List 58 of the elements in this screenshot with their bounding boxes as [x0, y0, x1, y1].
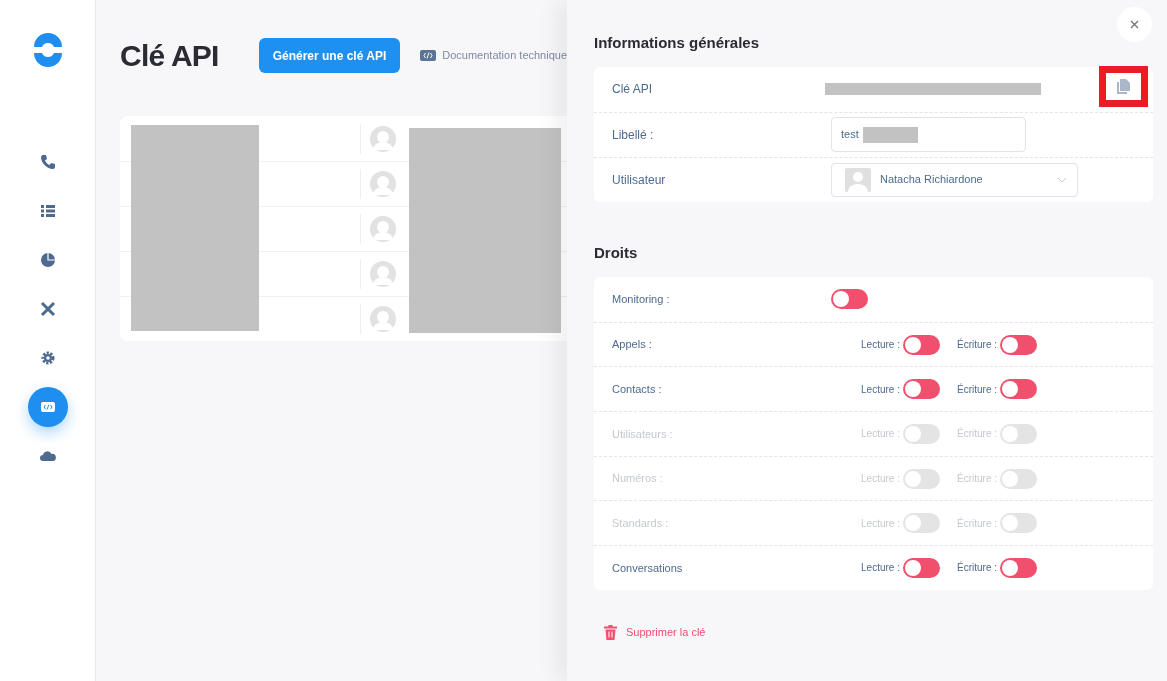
- permission-label: Contacts :: [612, 381, 663, 397]
- user-select[interactable]: Natacha Richiardone: [831, 162, 1078, 197]
- close-button[interactable]: [1117, 7, 1152, 42]
- toggle-label: Écriture :: [957, 426, 997, 442]
- avatar-icon: [370, 125, 396, 152]
- trash-icon: [604, 624, 617, 640]
- toggle-switch[interactable]: [903, 334, 940, 355]
- toggle-label: Écriture :: [957, 382, 997, 397]
- permission-label: Numéros :: [612, 471, 664, 487]
- toggle-switch[interactable]: [1000, 557, 1037, 578]
- copy-button[interactable]: [1099, 65, 1148, 107]
- toggle-label: Lecture :: [861, 516, 900, 531]
- permission-label: Standards :: [612, 516, 670, 532]
- toggle-label: Écriture :: [957, 516, 997, 531]
- toggle-switch[interactable]: [831, 289, 868, 310]
- copy-icon: [1117, 78, 1130, 94]
- toggle-label: Écriture :: [957, 560, 997, 576]
- code-icon: [420, 50, 437, 61]
- code-icon: [39, 399, 56, 415]
- avatar-icon: [370, 261, 396, 287]
- label-input-field[interactable]: test: [831, 117, 1026, 152]
- documentation-link[interactable]: Documentation technique: [420, 47, 568, 64]
- toggle-label: Écriture :: [957, 471, 997, 487]
- permission-label: Appels :: [612, 337, 653, 353]
- list-icon: [39, 203, 56, 219]
- close-icon: [1130, 20, 1139, 29]
- toggle-label: Écriture :: [957, 337, 997, 353]
- pie-chart-icon: [39, 252, 56, 268]
- cloud-icon: [39, 448, 56, 464]
- toggle-label: Lecture :: [861, 427, 900, 442]
- generate-key-button[interactable]: Générer une clé API: [258, 38, 401, 73]
- field-label: Libellé :: [612, 126, 655, 144]
- delete-key-link[interactable]: Supprimer la clé: [604, 623, 1153, 641]
- avatar-icon: [370, 306, 396, 332]
- field-label: Utilisateur: [612, 171, 667, 189]
- field-label: Clé API: [612, 81, 654, 98]
- avatar-icon: [370, 216, 396, 242]
- permission-label: Conversations: [612, 560, 684, 576]
- section-title: Informations générales: [594, 33, 760, 53]
- avatar-icon: [370, 171, 396, 197]
- toggle-switch[interactable]: [1000, 379, 1037, 400]
- section-title: Droits: [594, 242, 638, 263]
- toggle-label: Lecture :: [861, 472, 900, 487]
- redaction-block: [862, 126, 918, 143]
- toggle-switch[interactable]: [1000, 334, 1037, 355]
- toggle-switch[interactable]: [903, 379, 940, 400]
- phone-icon: [39, 154, 56, 170]
- toggle-switch[interactable]: [903, 557, 940, 578]
- toggle-label: Lecture :: [861, 338, 900, 353]
- toggle-label: Lecture :: [861, 561, 900, 576]
- permission-label: Monitoring :: [612, 292, 671, 308]
- chevron-down-icon: [1057, 176, 1067, 183]
- permission-label: Utilisateurs :: [612, 426, 674, 442]
- toggle-label: Lecture :: [861, 382, 900, 397]
- sidebar-item[interactable]: [27, 387, 68, 427]
- avatar-icon: [845, 167, 871, 192]
- page-title: Clé API: [120, 38, 219, 74]
- settings-icon: [39, 350, 56, 366]
